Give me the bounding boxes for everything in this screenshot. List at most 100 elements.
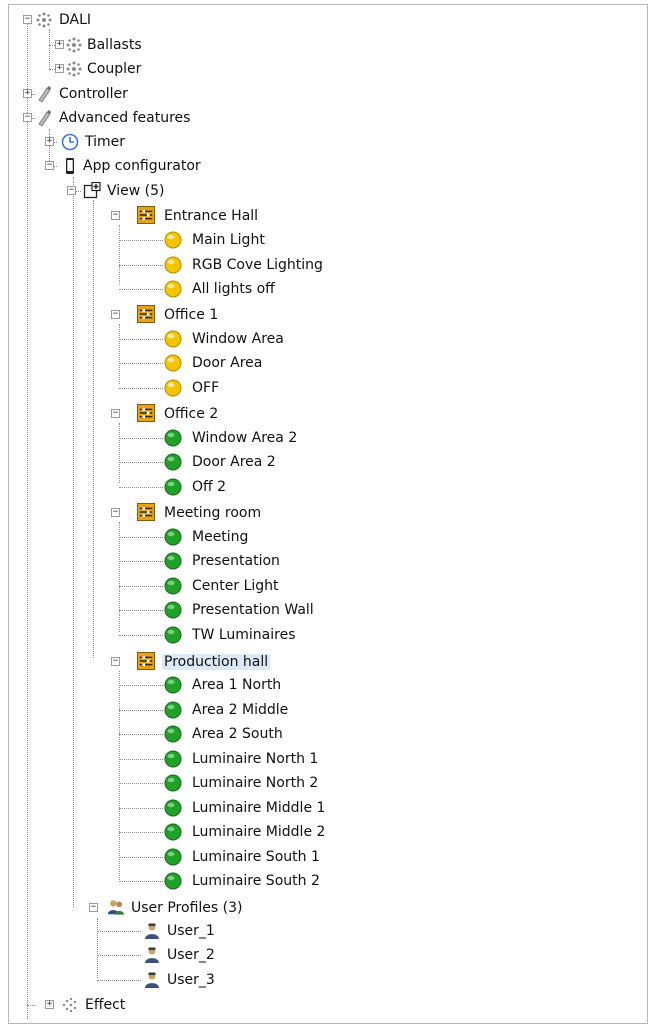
scene-green-icon	[164, 577, 182, 595]
tree-node-label: OFF	[192, 380, 220, 396]
scene-green-icon	[164, 872, 182, 890]
scene-green-icon	[164, 701, 182, 719]
scene-yellow-icon	[164, 256, 182, 274]
tree-node-label: Window Area	[192, 331, 284, 347]
tree-node-label: User_2	[167, 947, 215, 963]
scene-green-icon	[164, 552, 182, 570]
collapse-toggle[interactable]: −	[45, 161, 54, 170]
scene-green-icon	[164, 823, 182, 841]
scene-green-icon	[164, 676, 182, 694]
expand-toggle[interactable]: +	[45, 1000, 54, 1009]
tree-node-label: Luminaire North 1	[192, 751, 319, 767]
tree-node-label: Luminaire North 2	[192, 775, 319, 791]
room-icon	[137, 206, 155, 224]
collapse-toggle[interactable]: −	[111, 310, 120, 319]
scene-green-icon	[164, 601, 182, 619]
tree-line	[119, 881, 163, 882]
effect-icon	[62, 997, 77, 1013]
tree-line	[119, 225, 120, 285]
tree-line	[119, 324, 120, 384]
tree-node-label: Controller	[59, 86, 128, 102]
tree-node-label: Off 2	[192, 479, 227, 495]
tree-node-label: Luminaire Middle 2	[192, 824, 326, 840]
tree-node-label: Door Area	[192, 355, 263, 371]
tree-line	[97, 955, 141, 956]
advanced-features-icon	[38, 110, 51, 127]
tree-line	[97, 931, 141, 932]
scene-green-icon	[164, 774, 182, 792]
expand-toggle[interactable]: +	[55, 64, 64, 73]
tree-node-label: Advanced features	[59, 110, 191, 126]
tree-line	[93, 200, 94, 658]
scene-green-icon	[164, 453, 182, 471]
tree-line	[119, 832, 163, 833]
scene-green-icon	[164, 750, 182, 768]
scene-green-icon	[164, 799, 182, 817]
tree-node-label: Coupler	[87, 61, 142, 77]
tree-line	[119, 462, 163, 463]
tree-node-label: Luminaire South 2	[192, 873, 320, 889]
user-icon	[145, 972, 159, 988]
collapse-toggle[interactable]: −	[111, 508, 120, 517]
collapse-toggle[interactable]: −	[111, 657, 120, 666]
collapse-toggle[interactable]: −	[67, 186, 76, 195]
scene-green-icon	[164, 626, 182, 644]
collapse-toggle[interactable]: −	[111, 409, 120, 418]
collapse-toggle[interactable]: −	[23, 15, 32, 24]
tree-line	[119, 759, 163, 760]
expand-toggle[interactable]: +	[55, 40, 64, 49]
tree-node-label: Production hall	[162, 654, 271, 670]
scene-green-icon	[164, 725, 182, 743]
scene-yellow-icon	[164, 354, 182, 372]
scene-yellow-icon	[164, 280, 182, 298]
room-icon	[137, 404, 155, 422]
scene-yellow-icon	[164, 330, 182, 348]
tree-line	[27, 1005, 35, 1006]
tree-line	[119, 388, 163, 389]
clock-icon	[61, 133, 79, 151]
dali-icon	[66, 61, 82, 77]
tree-node-label: Area 2 Middle	[192, 702, 289, 718]
tree-node-label: Area 1 North	[192, 677, 282, 693]
tree-line	[97, 918, 98, 978]
tree-line	[119, 586, 163, 587]
tree-node-label: Meeting	[192, 529, 249, 545]
collapse-toggle[interactable]: −	[23, 113, 32, 122]
scene-green-icon	[164, 528, 182, 546]
tree-node-label: View (5)	[107, 183, 165, 199]
tree-line	[73, 177, 74, 907]
tree-line	[49, 29, 50, 69]
tree-line	[119, 289, 163, 290]
tree-node-label: Presentation Wall	[192, 602, 314, 618]
tree-node-label: App configurator	[83, 158, 201, 174]
tree-line	[119, 537, 163, 538]
tree-line	[119, 808, 163, 809]
tree-line	[119, 522, 120, 632]
collapse-toggle[interactable]: −	[111, 211, 120, 220]
scene-green-icon	[164, 848, 182, 866]
view-icon	[83, 182, 101, 199]
tree-node-label: User_1	[167, 923, 215, 939]
tree-node-label: Meeting room	[164, 505, 262, 521]
tree-line	[119, 710, 163, 711]
tree-node-label: All lights off	[192, 281, 275, 297]
tree-node-label: Center Light	[192, 578, 279, 594]
tree-line	[119, 783, 163, 784]
tree-line	[119, 610, 163, 611]
tree-node-label: RGB Cove Lighting	[192, 257, 323, 273]
user-icon	[145, 923, 159, 939]
dali-icon	[36, 12, 52, 28]
scene-yellow-icon	[164, 231, 182, 249]
expand-toggle[interactable]: +	[45, 137, 54, 146]
smartphone-icon	[66, 158, 74, 174]
expand-toggle[interactable]: +	[23, 89, 32, 98]
tree-node-label: Luminaire South 1	[192, 849, 320, 865]
tree-line	[119, 685, 163, 686]
tree-line	[119, 265, 163, 266]
collapse-toggle[interactable]: −	[89, 903, 98, 912]
user-icon	[145, 947, 159, 963]
tree-line	[119, 240, 163, 241]
dali-icon	[66, 37, 82, 53]
tree-line	[119, 363, 163, 364]
tree-line	[119, 487, 163, 488]
